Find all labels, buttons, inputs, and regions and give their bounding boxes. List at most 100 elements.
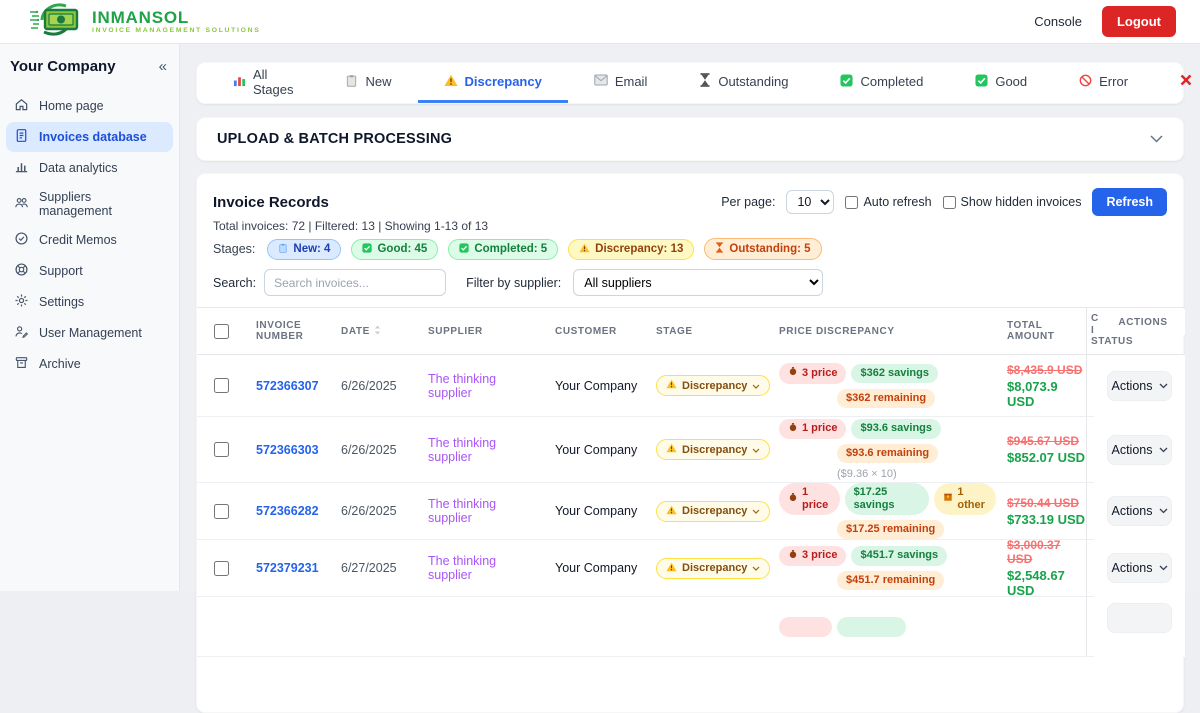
price-discrepancy-pill [779,617,832,637]
sidebar-item-invoices-database[interactable]: Invoices database [6,122,173,152]
row-actions-button[interactable]: Actions [1107,371,1172,401]
per-page-select[interactable]: 10 [786,190,834,214]
email-icon [594,74,608,89]
records-summary: Total invoices: 72 | Filtered: 13 | Show… [213,219,1167,233]
table-row: 572366303 6/26/2025 The thinking supplie… [197,417,1185,483]
tab-failed[interactable]: Failed [1154,63,1200,103]
tab-completed[interactable]: Completed [814,63,949,103]
clipboard-icon [345,74,358,90]
row-checkbox[interactable] [214,378,229,393]
savings-pill: $93.6 savings [851,419,941,438]
company-title: Your Company [10,58,116,75]
warning-icon [666,505,677,518]
stages-label: Stages: [213,242,255,256]
price-discrepancy-pill: 1 price [779,419,846,439]
price-discrepancy-pill: 3 price [779,546,846,566]
sidebar-nav: Home page Invoices database Data analyti… [0,85,179,379]
search-input[interactable] [264,269,446,296]
col-price-discrepancy: PRICE DISCREPANCY [771,308,996,354]
sidebar-item-credit-memos[interactable]: Credit Memos [6,225,173,255]
stage-chip-new: New: 4 [267,239,341,260]
user-edit-icon [14,324,29,342]
original-total: $3,000.37 USD [1007,538,1086,566]
stage-dropdown-badge[interactable]: Discrepancy [656,439,770,460]
current-total: $733.19 USD [1007,512,1085,527]
warning-icon [444,74,458,90]
sidebar: Your Company « Home page Invoices databa… [0,44,180,591]
analytics-icon [14,159,29,177]
supplier-link[interactable]: The thinking supplier [428,372,541,400]
stage-chip-completed: Completed: 5 [448,239,558,260]
unit-price-note: ($9.36 × 10) [837,468,941,480]
sidebar-item-data-analytics[interactable]: Data analytics [6,153,173,183]
row-actions-button[interactable] [1107,603,1172,633]
show-hidden-checkbox[interactable]: Show hidden invoices [943,195,1082,209]
col-customer: CUSTOMER [541,308,641,354]
auto-refresh-checkbox[interactable]: Auto refresh [845,195,931,209]
filter-supplier-label: Filter by supplier: [466,276,561,290]
stage-dropdown-badge[interactable]: Discrepancy [656,501,770,522]
select-all-checkbox[interactable] [214,324,229,339]
money-bag-icon [788,422,798,436]
price-discrepancy-pill: 1 price [779,483,840,515]
supplier-filter-select[interactable]: All suppliers [573,269,823,296]
original-total: $750.44 USD [1007,496,1085,510]
col-supplier: SUPPLIER [414,308,541,354]
sidebar-item-user-management[interactable]: User Management [6,318,173,348]
suppliers-icon [14,195,29,213]
stage-dropdown-badge[interactable]: Discrepancy [656,558,770,579]
tab-outstanding[interactable]: Outstanding [673,63,814,103]
supplier-link[interactable]: The thinking supplier [428,497,541,525]
invoice-link[interactable]: 572379231 [256,561,319,575]
invoice-link[interactable]: 572366303 [256,443,319,457]
logout-button[interactable]: Logout [1102,6,1176,37]
row-checkbox[interactable] [214,442,229,457]
supplier-link[interactable]: The thinking supplier [428,436,541,464]
row-actions-button[interactable]: Actions [1107,553,1172,583]
invoice-link[interactable]: 572366307 [256,379,319,393]
tab-all-stages[interactable]: All Stages [207,63,319,103]
warning-icon [579,243,590,256]
table-row-partial [197,597,1185,657]
tab-error[interactable]: Error [1053,63,1154,103]
row-checkbox[interactable] [214,504,229,519]
tab-good[interactable]: Good [949,63,1053,103]
row-actions-button[interactable]: Actions [1107,435,1172,465]
sidebar-item-settings[interactable]: Settings [6,287,173,317]
current-total: $8,073.9 USD [1007,379,1086,409]
gear-icon [14,293,29,311]
sidebar-item-suppliers-management[interactable]: Suppliers management [6,184,173,224]
home-icon [14,97,29,115]
sidebar-item-support[interactable]: Support [6,256,173,286]
savings-pill: $17.25 savings [845,483,930,515]
document-icon [14,128,29,146]
stage-dropdown-badge[interactable]: Discrepancy [656,375,770,396]
row-checkbox[interactable] [214,561,229,576]
other-discrepancy-pill: 1 other [934,483,996,515]
supplier-link[interactable]: The thinking supplier [428,554,541,582]
tab-email[interactable]: Email [568,63,674,103]
invoice-link[interactable]: 572366282 [256,504,319,518]
bar-chart-icon [233,74,246,90]
money-bag-icon [788,549,798,563]
refresh-button[interactable]: Refresh [1092,188,1167,216]
console-link[interactable]: Console [1034,14,1082,29]
search-label: Search: [213,276,256,290]
col-date[interactable]: DATE [326,308,414,354]
chevron-down-icon [752,380,760,392]
upload-batch-section[interactable]: UPLOAD & BATCH PROCESSING [196,117,1184,161]
brand: INMANSOL INVOICE MANAGEMENT SOLUTIONS [28,2,260,41]
tab-discrepancy[interactable]: Discrepancy [418,63,568,103]
remaining-pill: $451.7 remaining [837,571,944,590]
collapse-sidebar-icon[interactable]: « [159,58,167,75]
sidebar-item-home[interactable]: Home page [6,91,173,121]
row-actions-button[interactable]: Actions [1107,496,1172,526]
records-title: Invoice Records [213,194,329,211]
chevron-down-icon [752,562,760,574]
brand-name: INMANSOL [92,9,260,27]
check-square-icon [362,243,372,256]
sidebar-item-archive[interactable]: Archive [6,349,173,379]
main-content: All Stages New Discrepancy Email Outstan… [180,44,1200,591]
original-total: $8,435.9 USD [1007,363,1086,377]
tab-new[interactable]: New [319,63,417,103]
